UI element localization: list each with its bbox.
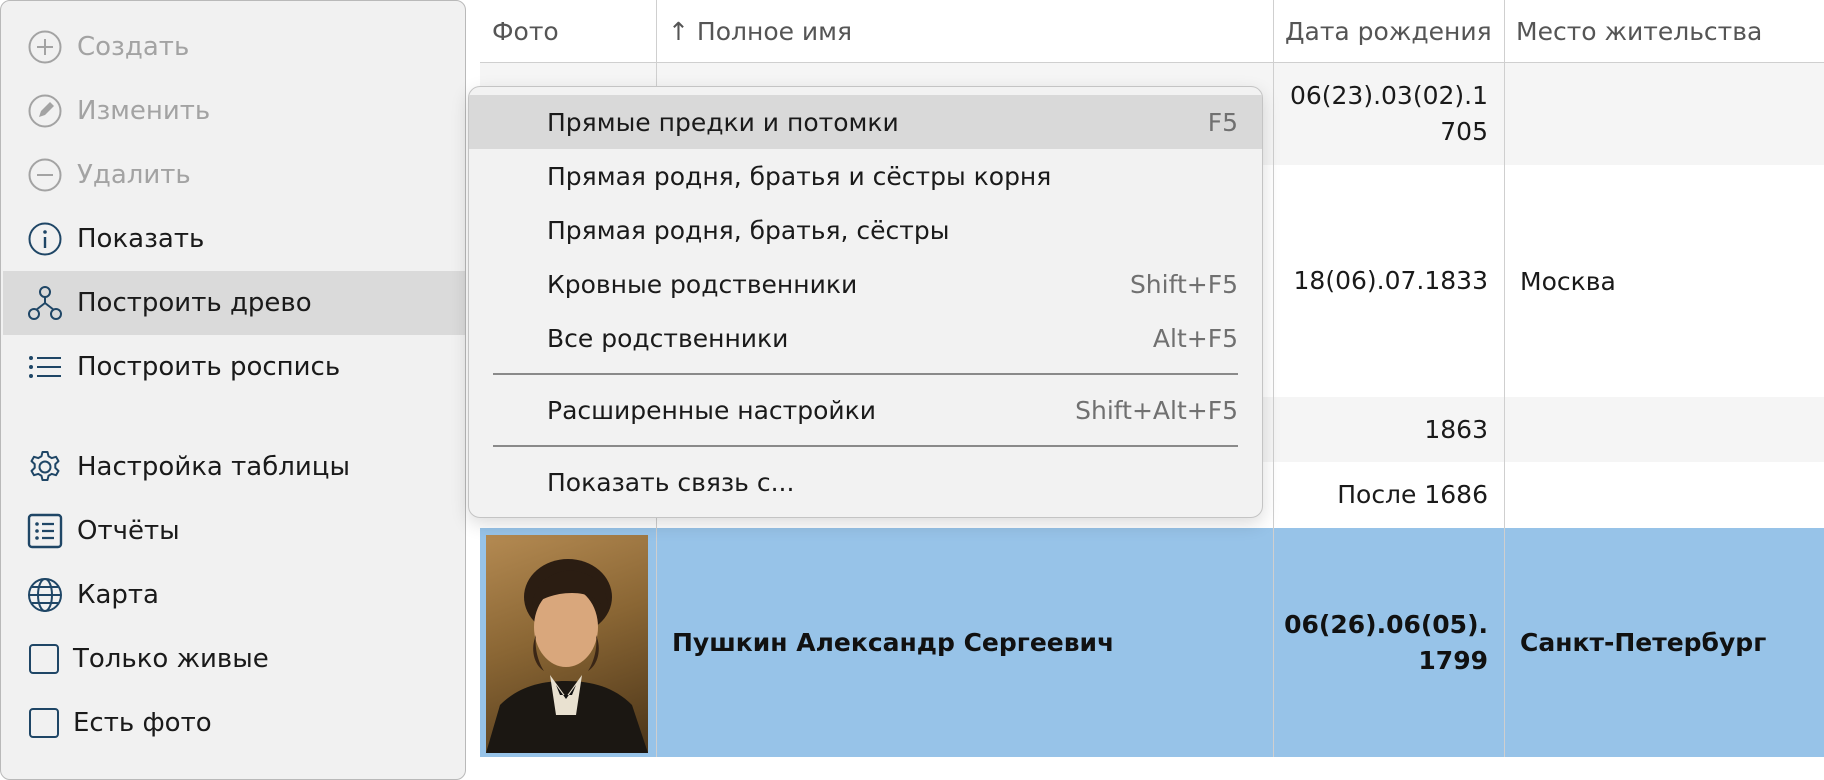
table-settings-label: Настройка таблицы [77,452,350,482]
portrait-photo [486,535,648,753]
plus-circle-icon [27,29,63,65]
report-list-icon [27,513,63,549]
menu-separator [493,445,1238,447]
has-photo-checkbox[interactable] [29,708,59,738]
bullet-list-icon [27,349,63,385]
menu-item-direct-kin-root-siblings[interactable]: Прямая родня, братья и сёстры корня [469,149,1262,203]
birth-date-cell: После 1686 [1337,480,1488,509]
birth-date-cell: 18(06).07.1833 [1293,266,1488,295]
reports-label: Отчёты [77,516,180,546]
globe-icon [27,577,63,613]
info-circle-icon [27,221,63,257]
build-list-label: Построить роспись [77,352,341,382]
column-header-birth-date[interactable]: Дата рождения [1273,0,1504,62]
build-tree-context-menu: Прямые предки и потомки F5 Прямая родня, … [468,86,1263,518]
create-button[interactable]: Создать [3,15,465,79]
menu-item-direct-ancestors-descendants[interactable]: Прямые предки и потомки F5 [469,95,1262,149]
birth-date-cell: 06(23).03(02).1 705 [1289,81,1488,146]
table-settings-button[interactable]: Настройка таблицы [3,435,465,499]
column-divider [1504,0,1505,757]
only-living-checkbox-row[interactable]: Только живые [3,627,465,691]
full-name-cell: Пушкин Александр Сергеевич [672,628,1115,657]
menu-item-advanced-settings[interactable]: Расширенные настройки Shift+Alt+F5 [469,383,1262,437]
show-label: Показать [77,224,205,254]
build-list-button[interactable]: Построить роспись [3,335,465,399]
map-button[interactable]: Карта [3,563,465,627]
minus-circle-icon [27,157,63,193]
edit-button[interactable]: Изменить [3,79,465,143]
table-row-selected[interactable]: Пушкин Александр Сергеевич 06(26).06(05)… [480,528,1824,757]
has-photo-checkbox-row[interactable]: Есть фото [3,691,465,755]
menu-item-show-relationship[interactable]: Показать связь с... [469,455,1262,509]
residence-cell: Санкт-Петербург [1520,628,1767,657]
menu-item-blood-relatives[interactable]: Кровные родственники Shift+F5 [469,257,1262,311]
family-tree-icon [27,285,63,321]
build-tree-label: Построить древо [77,288,312,318]
create-label: Создать [77,32,190,62]
residence-cell: Москва [1520,266,1616,296]
column-header-full-name[interactable]: ↑ Полное имя [656,0,1273,62]
only-living-checkbox[interactable] [29,644,59,674]
column-divider [1273,0,1274,757]
residence-cell [1504,397,1824,462]
birth-date-cell: 1863 [1424,414,1488,444]
sidebar: Создать Изменить Удалить Показать Постро… [0,0,466,780]
column-header-photo[interactable]: Фото [480,0,656,62]
column-header-residence[interactable]: Место жительства [1504,0,1824,62]
residence-cell [1504,63,1824,165]
gear-icon [27,449,63,485]
menu-item-all-relatives[interactable]: Все родственники Alt+F5 [469,311,1262,365]
menu-separator [493,373,1238,375]
reports-button[interactable]: Отчёты [3,499,465,563]
header-divider [480,62,1824,63]
edit-label: Изменить [77,96,211,126]
has-photo-label: Есть фото [73,708,212,738]
map-label: Карта [77,580,159,610]
menu-item-direct-kin-siblings[interactable]: Прямая родня, братья, сёстры [469,203,1262,257]
build-tree-button[interactable]: Построить древо [3,271,465,335]
delete-label: Удалить [77,160,191,190]
residence-cell [1504,462,1824,528]
birth-date-cell: 06(26).06(05). 1799 [1284,609,1488,675]
pencil-circle-icon [27,93,63,129]
delete-button[interactable]: Удалить [3,143,465,207]
photo-cell [480,528,656,757]
show-button[interactable]: Показать [3,207,465,271]
only-living-label: Только живые [73,644,269,674]
